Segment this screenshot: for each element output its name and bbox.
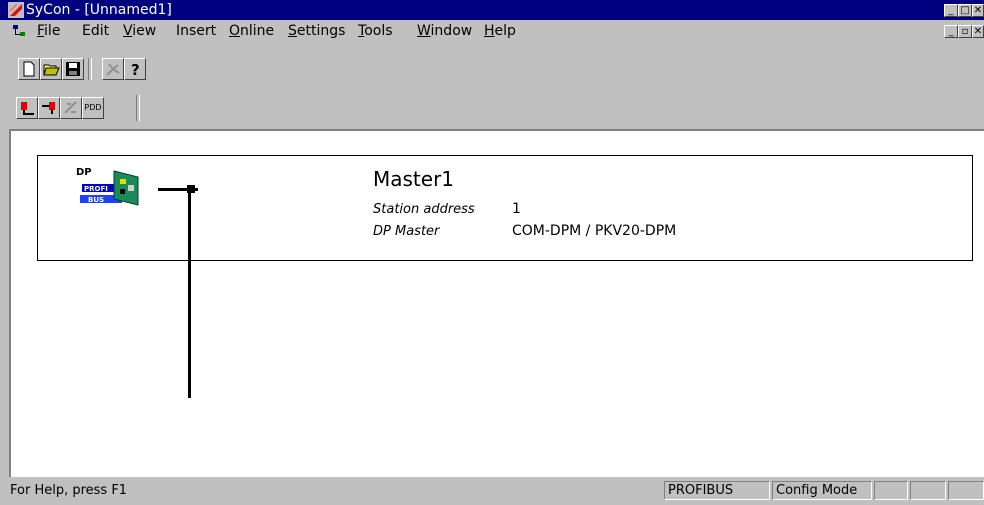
minimize-button[interactable]: _ xyxy=(944,4,958,17)
status-help-text: For Help, press F1 xyxy=(10,483,128,498)
open-button[interactable] xyxy=(40,58,62,80)
menu-edit[interactable]: Edit xyxy=(82,23,109,39)
status-mode: Config Mode xyxy=(776,483,858,498)
scan-button[interactable] xyxy=(102,58,124,80)
disabled-tool-button[interactable] xyxy=(60,97,82,119)
maximize-icon: □ xyxy=(960,5,970,16)
save-button[interactable] xyxy=(62,58,84,80)
insert-slave-icon xyxy=(42,102,55,114)
menu-tools[interactable]: Tools xyxy=(358,23,393,39)
menu-file[interactable]: File xyxy=(37,23,60,39)
menu-online[interactable]: Online xyxy=(229,23,274,39)
maximize-button[interactable]: □ xyxy=(958,4,972,17)
close-button[interactable]: ✕ xyxy=(972,4,984,17)
status-mode-pane: Config Mode xyxy=(772,481,872,500)
profibus-line[interactable] xyxy=(188,188,191,398)
child-close-button[interactable]: ✕ xyxy=(972,25,984,38)
minimize-icon: _ xyxy=(948,5,954,16)
menu-insert[interactable]: Insert xyxy=(176,23,216,39)
help-question-icon: ? xyxy=(131,61,140,79)
profibus-logo-text: PROFI xyxy=(84,185,108,193)
open-folder-icon xyxy=(43,64,60,76)
master-name: Master1 xyxy=(373,167,455,191)
network-view[interactable]: DP PROFI BUS Master1 Station address 1 D… xyxy=(9,129,984,477)
status-pane-empty-1 xyxy=(874,481,908,500)
insert-slave-button[interactable] xyxy=(38,97,60,119)
sycon-app-icon[interactable] xyxy=(8,2,24,18)
document-system-menu-icon[interactable] xyxy=(12,24,28,38)
master-device-box[interactable]: DP PROFI BUS Master1 Station address 1 D… xyxy=(37,155,973,261)
pdd-icon: PDD xyxy=(84,103,102,112)
svg-text:?: ? xyxy=(131,61,140,79)
minimize-icon: _ xyxy=(948,26,954,37)
status-bar: For Help, press F1 PROFIBUS Config Mode xyxy=(0,479,984,505)
station-address-label: Station address xyxy=(373,202,475,217)
dp-master-value: COM-DPM / PKV20-DPM xyxy=(512,223,677,239)
child-minimize-button[interactable]: _ xyxy=(944,25,958,38)
insert-master-button[interactable] xyxy=(16,97,38,119)
menu-window[interactable]: Window xyxy=(417,23,472,39)
menu-bar: File Edit View Insert Online Settings To… xyxy=(0,21,984,41)
menu-help[interactable]: Help xyxy=(484,23,516,39)
menu-settings[interactable]: Settings xyxy=(288,23,345,39)
status-protocol-pane: PROFIBUS xyxy=(664,481,770,500)
new-document-icon xyxy=(23,61,35,77)
save-icon xyxy=(66,62,80,76)
close-icon: ✕ xyxy=(973,5,983,16)
toolbar-separator xyxy=(88,58,92,80)
dp-label: DP xyxy=(76,167,92,178)
title-bar: SyCon - [Unnamed1] _ □ ✕ xyxy=(0,0,984,20)
pdd-button[interactable]: PDD xyxy=(82,97,104,119)
new-document-button[interactable] xyxy=(18,58,40,80)
profibus-master-icon[interactable]: DP PROFI BUS xyxy=(74,165,154,215)
toolbar-separator xyxy=(136,95,140,121)
window-title: SyCon - [Unnamed1] xyxy=(26,2,172,18)
bus-logo-text: BUS xyxy=(88,196,104,204)
dp-master-label: DP Master xyxy=(373,224,440,239)
restore-icon: ▫ xyxy=(961,26,969,37)
close-icon: ✕ xyxy=(973,26,983,37)
child-restore-button[interactable]: ▫ xyxy=(958,25,972,38)
help-button[interactable]: ? xyxy=(124,58,146,80)
insert-master-icon xyxy=(21,102,34,115)
disabled-tool-icon xyxy=(64,101,77,114)
menu-view[interactable]: View xyxy=(123,23,156,39)
scan-icon xyxy=(106,63,120,76)
master-card-icon: DP PROFI BUS xyxy=(76,167,139,206)
status-pane-empty-2 xyxy=(910,481,946,500)
status-pane-empty-3 xyxy=(948,481,984,500)
station-address-value: 1 xyxy=(512,201,521,217)
status-protocol: PROFIBUS xyxy=(668,483,734,498)
